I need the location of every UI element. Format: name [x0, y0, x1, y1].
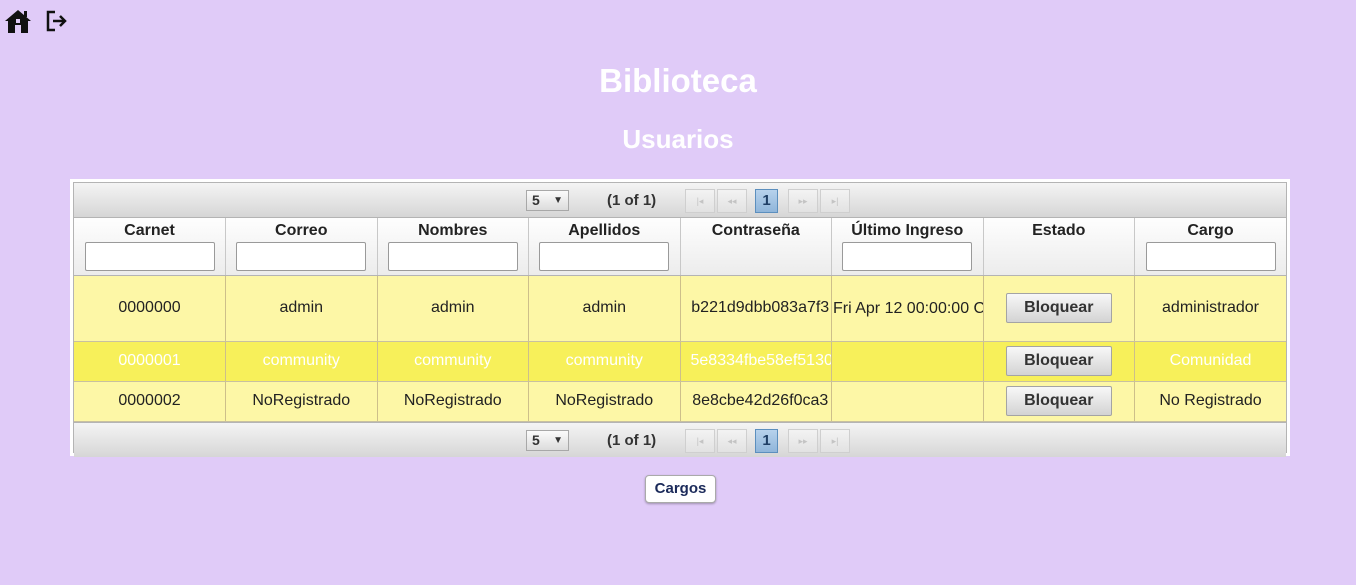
filter-correo-input[interactable] [236, 242, 367, 271]
page-title: Usuarios [622, 124, 734, 154]
bloquear-button[interactable]: Bloquear [1005, 346, 1112, 376]
table-row[interactable]: 0000001 community community community 5e… [74, 341, 1286, 382]
cell-nombres: NoRegistrado [377, 381, 529, 422]
cell-carnet: 0000000 [74, 275, 226, 342]
app-title: Biblioteca [599, 62, 757, 99]
cell-correo: community [225, 341, 378, 382]
table-row[interactable]: 0000000 admin admin admin b221d9dbb083a7… [74, 275, 1286, 342]
page-report: (1 of 1) [607, 431, 657, 449]
cell-apellidos: NoRegistrado [528, 381, 681, 422]
cell-nombres: community [377, 341, 529, 382]
rows-per-page-value: 5 [532, 431, 540, 448]
last-page-button[interactable]: ▸| [820, 189, 850, 213]
col-cargo[interactable]: Cargo [1134, 218, 1286, 276]
last-page-button[interactable]: ▸| [820, 428, 850, 453]
cell-cargo: Comunidad [1134, 341, 1286, 382]
cell-cargo: administrador [1134, 275, 1286, 342]
cell-apellidos: admin [528, 275, 681, 342]
col-correo[interactable]: Correo [225, 218, 378, 276]
cell-contrasena: b221d9dbb083a7f3 [680, 275, 832, 342]
rows-per-page-value: 5 [532, 192, 540, 208]
cell-carnet: 0000001 [74, 341, 226, 382]
header-row: Carnet Correo Nombres Apellidos Contrase… [74, 218, 1286, 276]
cell-ultimo-ingreso: Fri Apr 12 00:00:00 COT 2019 [831, 275, 984, 342]
chevron-down-icon: ▼ [553, 434, 563, 446]
cell-apellidos: community [528, 341, 681, 382]
users-datatable: 5 ▼ (1 of 1) |◂ ◂◂ 1 ▸▸ ▸| Carnet Correo… [70, 179, 1290, 457]
filter-nombres-input[interactable] [387, 242, 518, 271]
col-contrasena[interactable]: Contraseña [680, 218, 832, 276]
cell-estado: Bloquear [983, 341, 1135, 382]
filter-apellidos-input[interactable] [539, 242, 670, 271]
col-ultimo-ingreso[interactable]: Último Ingreso [831, 218, 984, 276]
table-row[interactable]: 0000002 NoRegistrado NoRegistrado NoRegi… [74, 381, 1286, 422]
header-label: Carnet [124, 222, 175, 239]
datatable-frame: 5 ▼ (1 of 1) |◂ ◂◂ 1 ▸▸ ▸| Carnet Correo… [73, 182, 1287, 457]
cell-estado: Bloquear [983, 381, 1135, 422]
first-page-button[interactable]: |◂ [685, 189, 715, 213]
first-page-button[interactable]: |◂ [685, 428, 715, 453]
filter-cargo-input[interactable] [1145, 242, 1276, 271]
bloquear-button[interactable]: Bloquear [1005, 293, 1112, 323]
cell-correo: NoRegistrado [225, 381, 378, 422]
users-table: Carnet Correo Nombres Apellidos Contrase… [74, 218, 1286, 422]
rows-per-page-select[interactable]: 5 ▼ [526, 190, 569, 211]
filter-carnet-input[interactable] [84, 242, 215, 271]
cell-contrasena: 8e8cbe42d26f0ca3 [680, 381, 832, 422]
logout-icon[interactable] [46, 10, 68, 32]
cell-carnet: 0000002 [74, 381, 226, 422]
col-carnet[interactable]: Carnet [74, 218, 226, 276]
header-label: Apellidos [568, 222, 641, 239]
top-nav [4, 8, 68, 34]
cell-correo: admin [225, 275, 378, 342]
paginator-top: 5 ▼ (1 of 1) |◂ ◂◂ 1 ▸▸ ▸| [74, 183, 1286, 218]
prev-page-button[interactable]: ◂◂ [717, 428, 747, 453]
paginator-bottom: 5 ▼ (1 of 1) |◂ ◂◂ 1 ▸▸ ▸| [74, 421, 1286, 457]
next-page-button[interactable]: ▸▸ [788, 428, 818, 453]
cell-cargo: No Registrado [1134, 381, 1286, 422]
filter-ultimo-ingreso-input[interactable] [842, 242, 973, 271]
col-estado[interactable]: Estado [983, 218, 1135, 276]
cell-contrasena: 5e8334fbe58ef5130 [680, 341, 832, 382]
chevron-down-icon: ▼ [553, 195, 563, 206]
header-label: Correo [275, 222, 328, 239]
header-label: Último Ingreso [851, 222, 964, 239]
cell-ultimo-ingreso [831, 341, 984, 382]
page-number-button[interactable]: 1 [755, 189, 778, 213]
rows-per-page-select[interactable]: 5 ▼ [526, 429, 569, 451]
cargos-button[interactable]: Cargos [645, 475, 716, 503]
page-report: (1 of 1) [607, 192, 657, 209]
cell-nombres: admin [377, 275, 529, 342]
col-nombres[interactable]: Nombres [377, 218, 529, 276]
header-label: Estado [1032, 222, 1086, 239]
prev-page-button[interactable]: ◂◂ [717, 189, 747, 213]
header-label: Cargo [1187, 222, 1234, 239]
col-apellidos[interactable]: Apellidos [528, 218, 681, 276]
cell-estado: Bloquear [983, 275, 1135, 342]
header-label: Nombres [418, 222, 488, 239]
next-page-button[interactable]: ▸▸ [788, 189, 818, 213]
page-number-button[interactable]: 1 [755, 428, 778, 453]
cell-ultimo-ingreso [831, 381, 984, 422]
header-label: Contraseña [711, 222, 800, 239]
home-icon[interactable] [4, 8, 32, 34]
bloquear-button[interactable]: Bloquear [1005, 386, 1112, 416]
